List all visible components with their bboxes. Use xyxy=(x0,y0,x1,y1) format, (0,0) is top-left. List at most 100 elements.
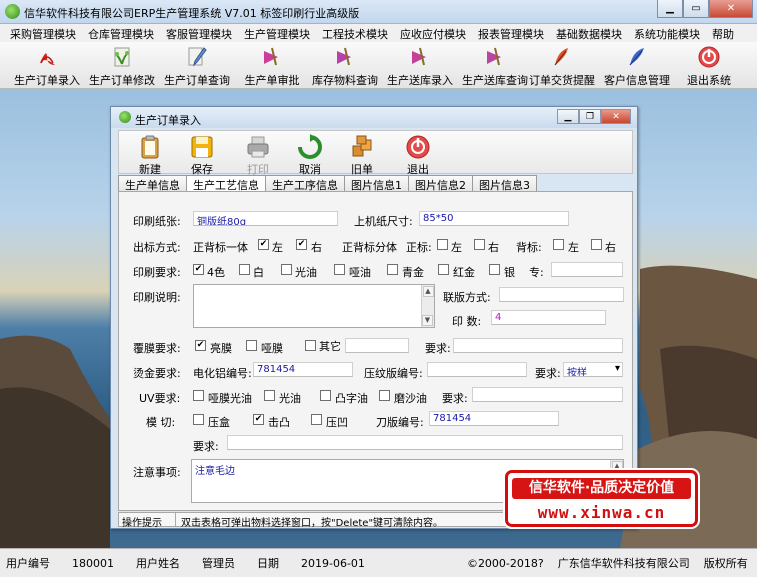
paper-field[interactable]: 铜版纸80g xyxy=(193,211,338,226)
print-desc-textarea[interactable]: ▲ ▼ xyxy=(193,284,435,328)
other-film-field[interactable] xyxy=(345,338,409,353)
back-left-checkbox[interactable] xyxy=(553,239,564,250)
toolbar-delivery-reminder-button[interactable]: 订单交货提醒 xyxy=(525,42,599,89)
uv-raised-checkbox[interactable] xyxy=(320,390,331,401)
app-titlebar: 信华软件科技有限公司ERP生产管理系统 V7.01 标签印刷行业高级版 ▁ ▭ … xyxy=(0,0,757,24)
uv-matte-checkbox[interactable] xyxy=(193,390,204,401)
menu-customer-service[interactable]: 客服管理模块 xyxy=(160,24,238,42)
toolbar-stock-query-button[interactable]: 库存物料查询 xyxy=(308,42,382,89)
old-order-button[interactable]: 旧单 xyxy=(335,131,389,176)
special-field[interactable] xyxy=(551,262,623,277)
menu-system[interactable]: 系统功能模块 xyxy=(628,24,706,42)
knife-no-field[interactable]: 781454 xyxy=(429,411,559,426)
die-req-field[interactable] xyxy=(227,435,623,450)
toolbar-delivery-query-button[interactable]: 生产送库查询 xyxy=(458,42,532,89)
toolbar-order-entry-button[interactable]: 生产订单录入 xyxy=(10,42,84,89)
matte-oil-checkbox[interactable] xyxy=(334,264,345,275)
menu-help[interactable]: 帮助 xyxy=(706,24,740,42)
scroll-down-arrow-icon[interactable]: ▼ xyxy=(422,315,433,326)
emboss-checkbox[interactable]: ✔ xyxy=(253,414,264,425)
die-cut-label: 模 切: xyxy=(146,416,176,429)
menu-engineering[interactable]: 工程技术模块 xyxy=(316,24,394,42)
uv-req-label: 要求: xyxy=(442,392,468,405)
toolbar-customer-manage-button[interactable]: 客户信息管理 xyxy=(600,42,674,89)
save-icon xyxy=(189,134,215,160)
brand-url: www.xinwa.cn xyxy=(537,503,666,522)
gloss-oil-checkbox[interactable] xyxy=(281,264,292,275)
maximize-button[interactable]: ▭ xyxy=(683,0,709,18)
toolbar-order-edit-button[interactable]: 生产订单修改 xyxy=(85,42,159,89)
menu-warehouse[interactable]: 仓库管理模块 xyxy=(82,24,160,42)
uv-frosted-checkbox[interactable] xyxy=(379,390,390,401)
tab-image-1[interactable]: 图片信息1 xyxy=(344,175,409,192)
exit-button[interactable]: 退出 xyxy=(391,131,445,176)
blue-gold-checkbox[interactable] xyxy=(387,264,398,275)
tab-image-3[interactable]: 图片信息3 xyxy=(472,175,537,192)
knife-no-label: 刀版编号: xyxy=(376,416,424,429)
child-window-controls: ▁ ❐ ✕ xyxy=(557,109,631,124)
user-no-label: 用户编号 xyxy=(6,557,50,570)
hint-label: 操作提示 xyxy=(122,518,162,529)
menu-production[interactable]: 生产管理模块 xyxy=(238,24,316,42)
uv-gloss-checkbox[interactable] xyxy=(264,390,275,401)
save-button[interactable]: 保存 xyxy=(175,131,229,176)
menu-purchase[interactable]: 采购管理模块 xyxy=(4,24,82,42)
tab-image-2[interactable]: 图片信息2 xyxy=(408,175,473,192)
film-requirement-field[interactable] xyxy=(453,338,623,353)
print-button[interactable]: 打印 xyxy=(231,131,285,176)
press-box-label: 压盒 xyxy=(208,416,230,429)
menu-receivables[interactable]: 应收应付模块 xyxy=(394,24,472,42)
layout-method-field[interactable] xyxy=(499,287,624,302)
matte-film-checkbox[interactable] xyxy=(246,340,257,351)
whole-right-checkbox[interactable]: ✔ xyxy=(296,239,307,250)
close-button[interactable]: ✕ xyxy=(709,0,753,18)
uv-req-field[interactable] xyxy=(472,387,623,402)
print-qty-field[interactable]: 4 xyxy=(491,310,606,325)
white-checkbox[interactable] xyxy=(239,264,250,275)
etch-no-field[interactable]: 781454 xyxy=(253,362,353,377)
tab-order-info[interactable]: 生产单信息 xyxy=(118,175,187,192)
toolbar-order-approve-button[interactable]: 生产单审批 xyxy=(235,42,309,89)
menu-reports[interactable]: 报表管理模块 xyxy=(472,24,550,42)
scroll-up-arrow-icon[interactable]: ▲ xyxy=(422,286,434,297)
layout-method-label: 联版方式: xyxy=(443,291,491,304)
red-gold-checkbox[interactable] xyxy=(438,264,449,275)
other-film-checkbox[interactable] xyxy=(305,340,316,351)
silver-checkbox[interactable] xyxy=(489,264,500,275)
press-box-checkbox[interactable] xyxy=(193,414,204,425)
front-right-checkbox[interactable] xyxy=(474,239,485,250)
cancel-button[interactable]: 取消 xyxy=(283,131,337,176)
machine-size-field[interactable]: 85*50 xyxy=(419,211,569,226)
hot-req-dropdown[interactable]: 按样 ▾ xyxy=(563,362,623,377)
child-minimize-button[interactable]: ▁ xyxy=(557,109,579,124)
order-entry-titlebar: 生产订单录入 ▁ ❐ ✕ xyxy=(111,107,637,128)
app-title: 信华软件科技有限公司ERP生产管理系统 V7.01 标签印刷行业高级版 xyxy=(24,7,360,20)
pen-stamp-icon xyxy=(260,45,284,69)
tab-process-info[interactable]: 生产工艺信息 xyxy=(186,175,266,192)
front-left-checkbox[interactable] xyxy=(437,239,448,250)
child-close-button[interactable]: ✕ xyxy=(601,109,631,124)
whole-left-checkbox[interactable]: ✔ xyxy=(258,239,269,250)
new-button[interactable]: 新建 xyxy=(123,131,177,176)
brand-slogan: 信华软件·品质决定价值 xyxy=(512,478,691,499)
print-desc-label: 印刷说明: xyxy=(133,291,181,304)
machine-size-label: 上机纸尺寸: xyxy=(354,215,413,228)
child-restore-button[interactable]: ❐ xyxy=(579,109,601,124)
minimize-button[interactable]: ▁ xyxy=(657,0,683,18)
pattern-no-field[interactable] xyxy=(427,362,527,377)
red-gold-label: 红金 xyxy=(453,266,475,279)
toolbar-order-query-button[interactable]: 生产订单查询 xyxy=(160,42,234,89)
toolbar-delivery-entry-button[interactable]: 生产送库录入 xyxy=(383,42,457,89)
back-label: 背标: xyxy=(516,241,542,254)
window-controls: ▁ ▭ ✕ xyxy=(657,0,753,18)
tab-procedure-info[interactable]: 生产工序信息 xyxy=(265,175,345,192)
bright-film-checkbox[interactable]: ✔ xyxy=(195,340,206,351)
color4-checkbox[interactable]: ✔ xyxy=(193,264,204,275)
back-right-checkbox[interactable] xyxy=(591,239,602,250)
back-left-label: 左 xyxy=(568,241,579,254)
order-entry-toolbar: 新建 保存 打印 取消 旧单 退出 xyxy=(118,130,633,176)
print-desc-scrollbar[interactable]: ▲ ▼ xyxy=(421,285,434,327)
toolbar-exit-button[interactable]: 退出系统 xyxy=(672,42,746,89)
deboss-checkbox[interactable] xyxy=(311,414,322,425)
menu-base-data[interactable]: 基础数据模块 xyxy=(550,24,628,42)
